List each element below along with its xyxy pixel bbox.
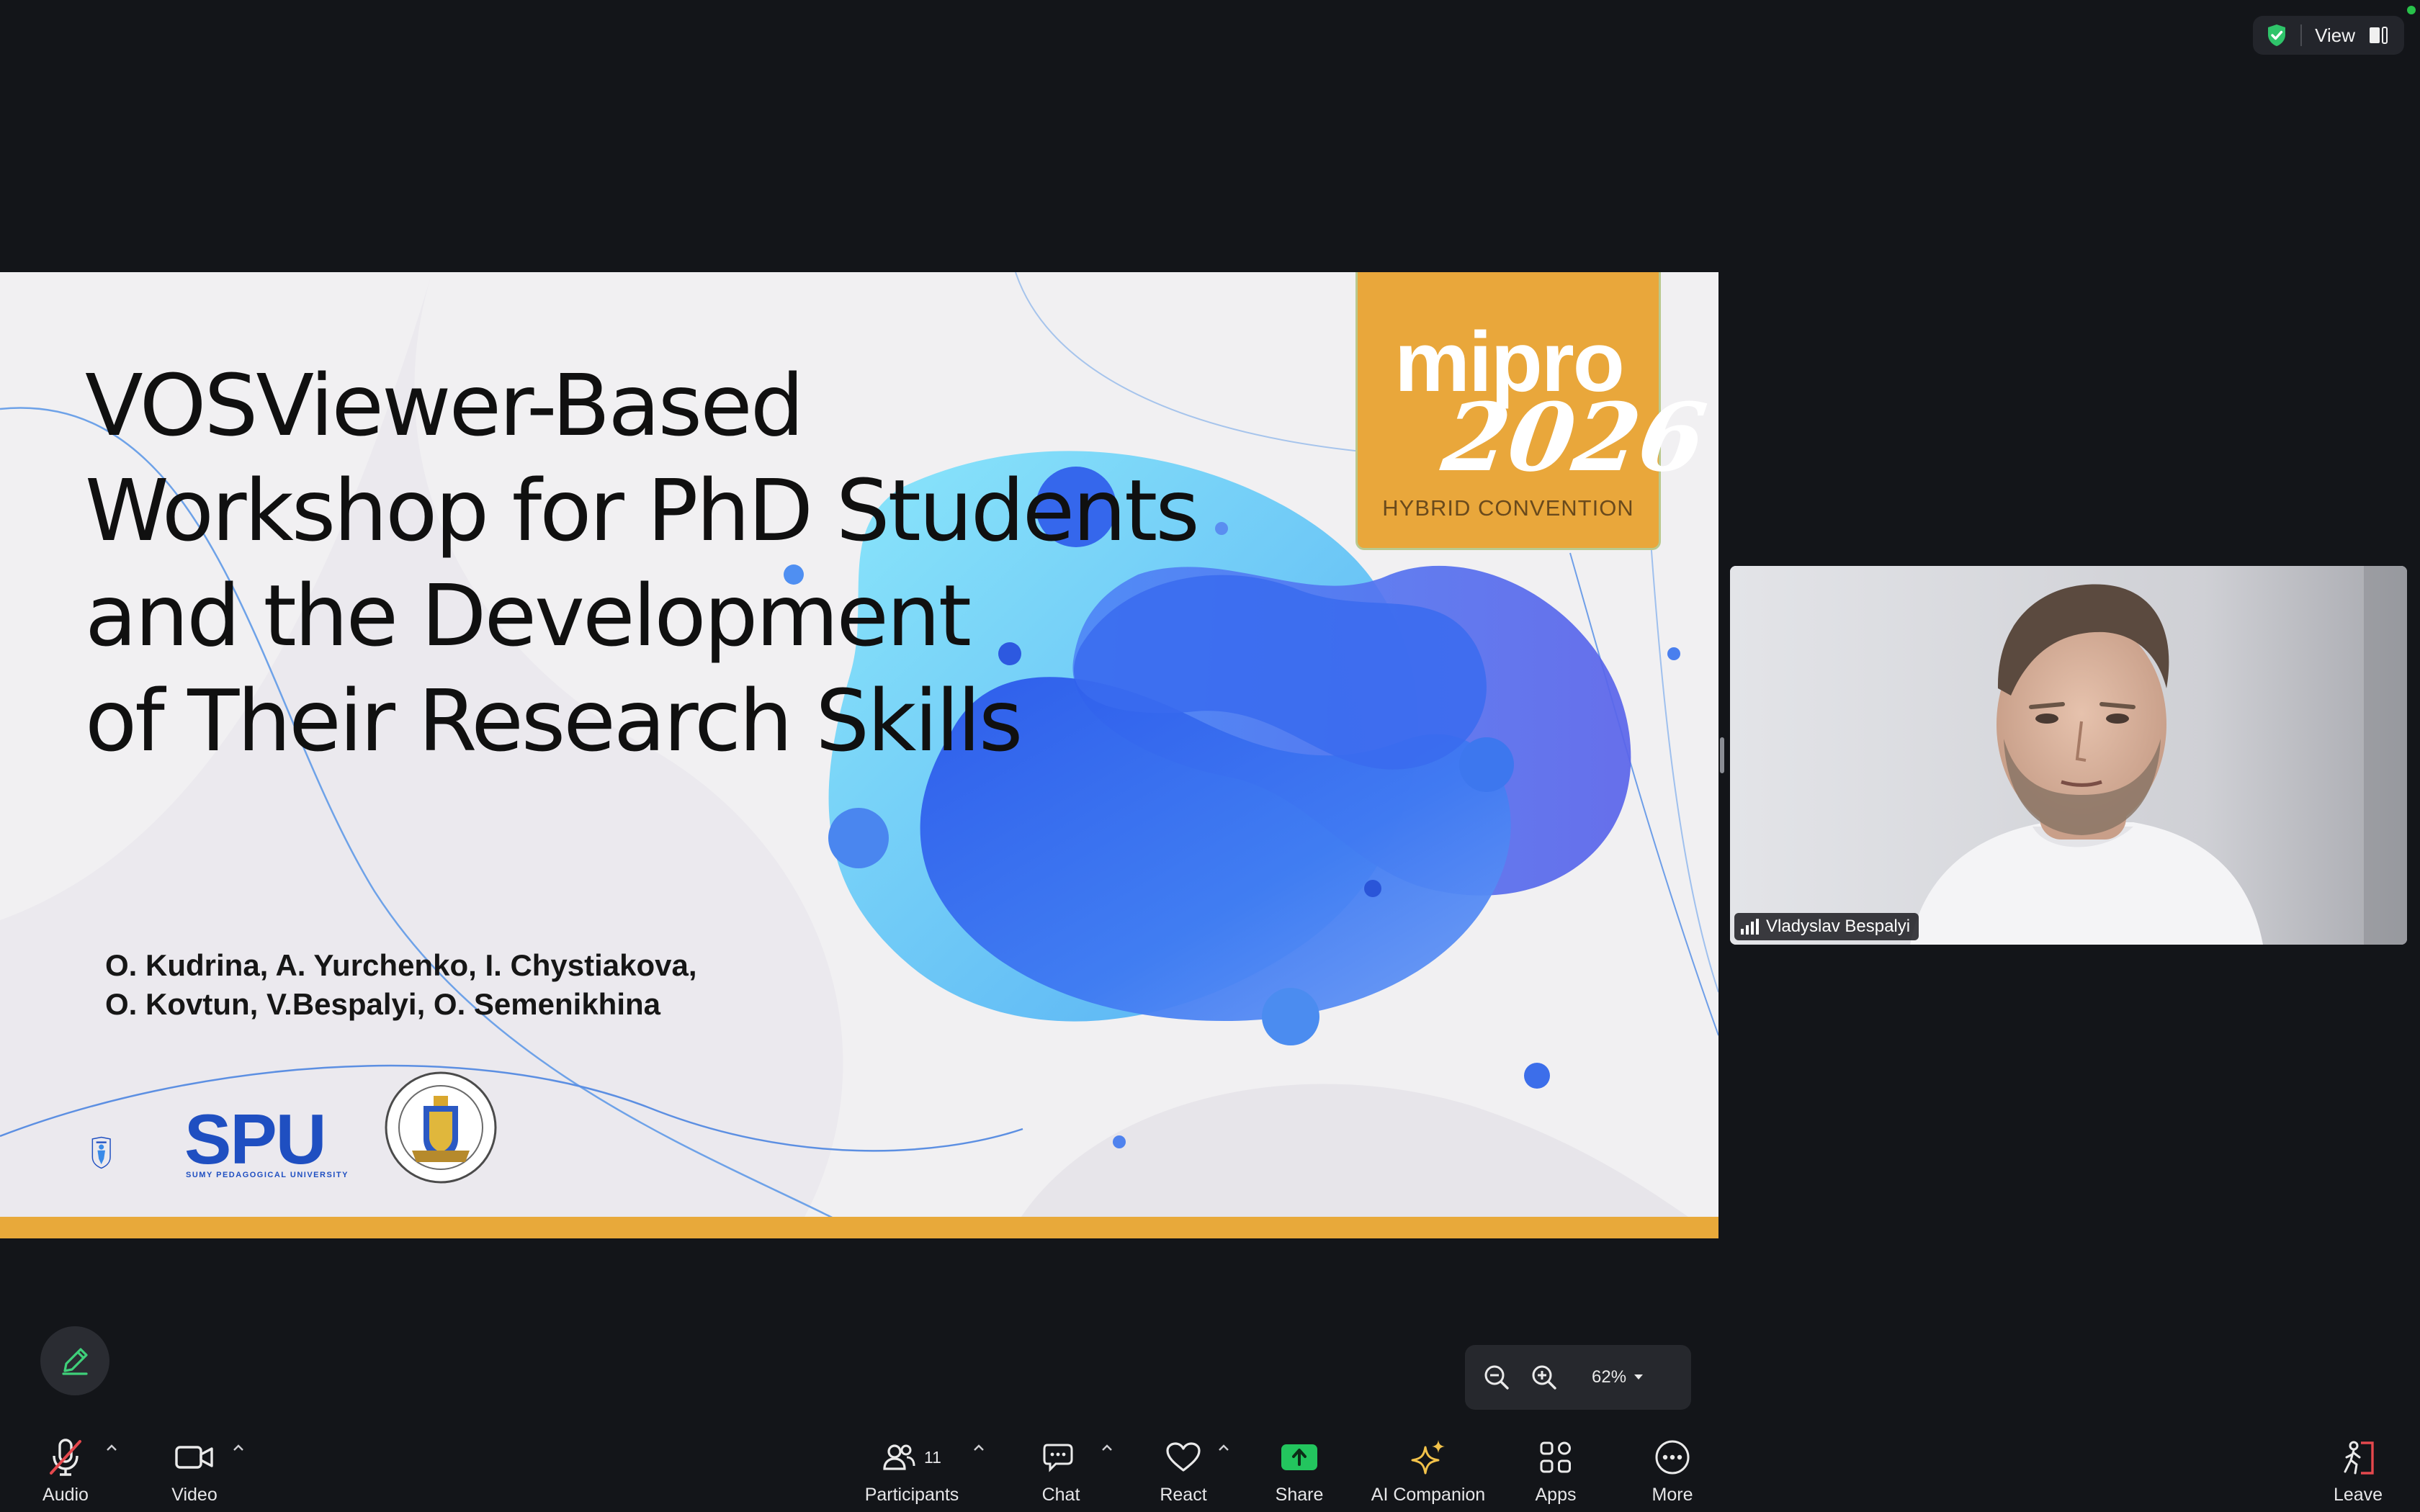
audio-button[interactable]: Audio	[27, 1426, 104, 1512]
shared-screen-slide: VOSViewer-Based Workshop for PhD Student…	[0, 272, 1718, 1238]
video-label: Video	[171, 1485, 218, 1505]
audio-options-caret-icon[interactable]	[105, 1441, 118, 1454]
participants-count: 11	[924, 1447, 941, 1467]
signal-strength-icon	[1741, 919, 1759, 935]
chat-bubbles-icon	[1043, 1444, 1073, 1472]
university-abbr: SPU	[184, 1099, 327, 1179]
slide-authors: O. Kudrina, A. Yurchenko, I. Chystiakova…	[105, 946, 697, 1024]
conference-logo: mipro 2026 HYBRID CONVENTION	[1355, 272, 1713, 550]
participants-label: Participants	[864, 1485, 959, 1505]
slide-title-line: VOSViewer-Based	[85, 356, 805, 455]
more-options-icon	[1655, 1440, 1690, 1475]
participant-video	[1730, 566, 2407, 945]
share-button[interactable]: Share	[1266, 1426, 1332, 1512]
view-layout-icon[interactable]	[2368, 25, 2388, 45]
participant-video-tile[interactable]: Vladyslav Bespalyi	[1730, 566, 2407, 945]
participants-button[interactable]: 11 Participants	[854, 1426, 969, 1512]
ai-companion-label: AI Companion	[1371, 1485, 1486, 1505]
slide-title-line: and the Development	[85, 566, 972, 665]
zoom-level: 62%	[1592, 1367, 1627, 1387]
leave-door-icon	[2344, 1441, 2374, 1475]
apps-button[interactable]: Apps	[1524, 1426, 1587, 1512]
participant-name: Vladyslav Bespalyi	[1766, 917, 1911, 936]
video-button[interactable]: Video	[158, 1426, 230, 1512]
authors-line: O. Kudrina, A. Yurchenko, I. Chystiakova…	[105, 948, 697, 982]
chat-options-caret-icon[interactable]	[1101, 1441, 1113, 1454]
chat-label: Chat	[1041, 1485, 1080, 1505]
share-label: Share	[1275, 1485, 1324, 1505]
react-options-caret-icon[interactable]	[1217, 1441, 1230, 1454]
annotate-button[interactable]	[40, 1326, 109, 1395]
video-options-caret-icon[interactable]	[232, 1441, 245, 1454]
recording-indicator	[2407, 6, 2416, 14]
zoom-level-dropdown[interactable]: 62%	[1592, 1367, 1644, 1387]
participant-name-tag: Vladyslav Bespalyi	[1734, 913, 1919, 940]
caret-down-icon	[1634, 1374, 1644, 1380]
pencil-icon	[62, 1348, 88, 1375]
university-full-name: SUMY PEDAGOGICAL UNIVERSITY	[186, 1171, 349, 1179]
apps-label: Apps	[1535, 1485, 1577, 1505]
slide-title: VOSViewer-Based Workshop for PhD Student…	[85, 353, 1200, 773]
divider	[2300, 24, 2303, 46]
leave-button[interactable]: Leave	[2325, 1426, 2391, 1512]
chat-button[interactable]: Chat	[1028, 1426, 1093, 1512]
zoom-out-icon[interactable]	[1482, 1363, 1511, 1392]
university-seal-icon	[385, 1071, 497, 1184]
participants-options-caret-icon[interactable]	[972, 1441, 985, 1454]
conference-logo-subtitle: HYBRID CONVENTION	[1382, 495, 1634, 521]
conference-logo-year: 2026	[1436, 382, 1713, 492]
slide-title-line: of Their Research Skills	[85, 671, 1023, 770]
zoom-in-icon[interactable]	[1530, 1363, 1559, 1392]
zoom-controls: 62%	[1465, 1345, 1691, 1410]
resize-handle[interactable]	[1720, 737, 1724, 773]
sparkle-icon	[1411, 1440, 1445, 1475]
react-button[interactable]: React	[1151, 1426, 1216, 1512]
authors-line: O. Kovtun, V.Bespalyi, O. Semenikhina	[105, 987, 661, 1021]
more-label: More	[1652, 1485, 1693, 1505]
university-emblem-icon	[91, 1136, 111, 1169]
apps-grid-icon	[1540, 1441, 1571, 1473]
more-button[interactable]: More	[1639, 1426, 1706, 1512]
view-label[interactable]: View	[2315, 24, 2355, 47]
view-menu[interactable]: View	[2253, 16, 2404, 55]
audio-label: Audio	[42, 1485, 89, 1505]
participants-icon	[883, 1444, 915, 1470]
microphone-muted-icon	[50, 1439, 81, 1476]
slide-title-line: Workshop for PhD Students	[85, 461, 1200, 560]
shield-check-icon[interactable]	[2266, 23, 2287, 48]
slide-accent-bar	[0, 1217, 1718, 1238]
heart-icon	[1166, 1442, 1201, 1472]
leave-label: Leave	[2333, 1485, 2383, 1505]
react-label: React	[1160, 1485, 1207, 1505]
ai-companion-button[interactable]: AI Companion	[1361, 1426, 1495, 1512]
meeting-toolbar: Audio Video 11 Participants Chat React S…	[0, 1426, 2420, 1512]
video-camera-icon	[175, 1446, 213, 1469]
share-screen-icon	[1281, 1444, 1317, 1470]
